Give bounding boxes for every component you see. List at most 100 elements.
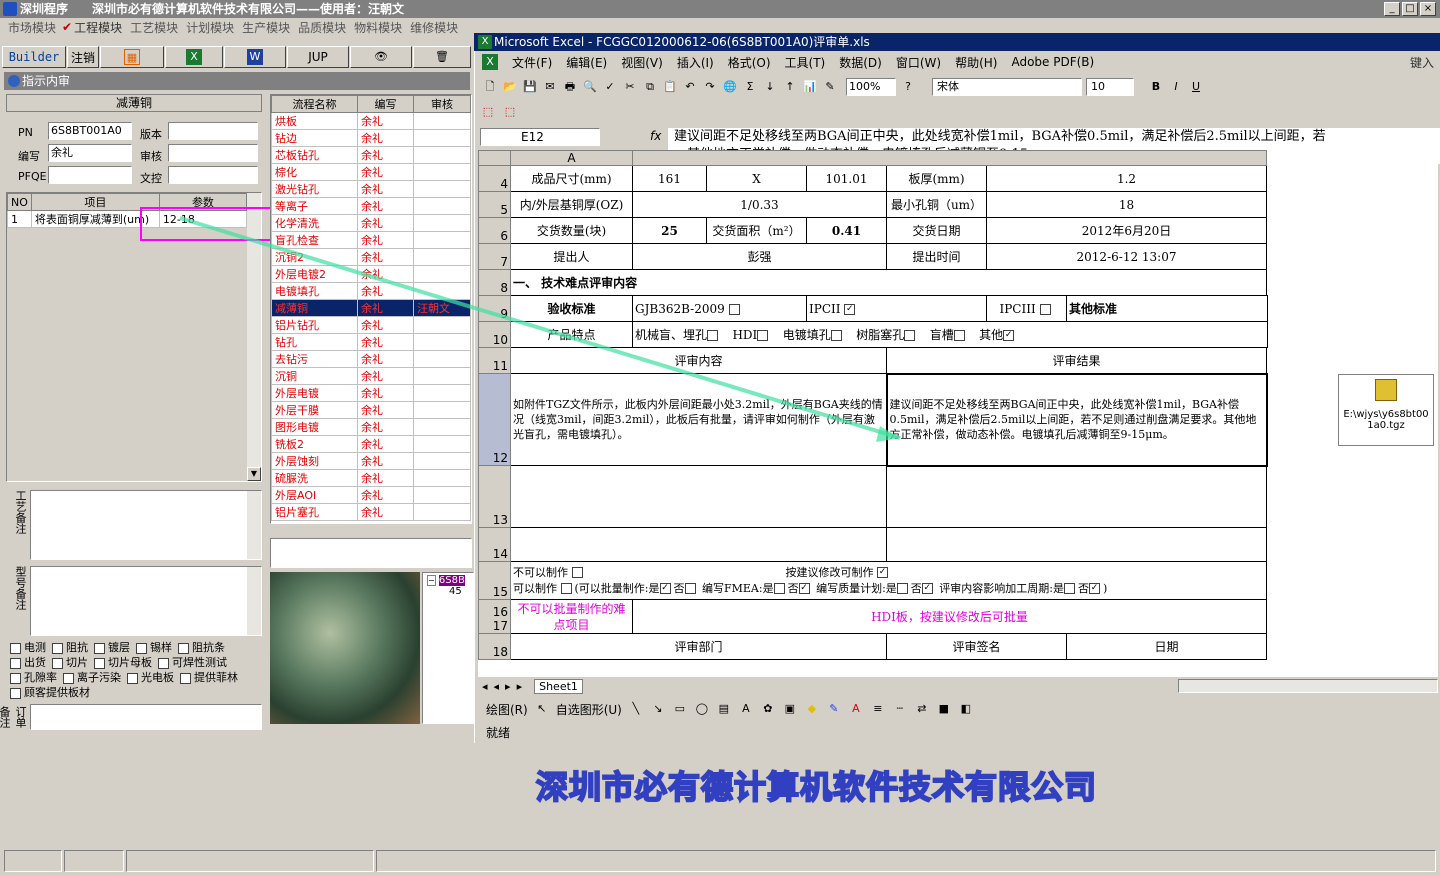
table-row[interactable]: 芯板钻孔 余礼 — [271, 146, 471, 164]
option-checkbox[interactable] — [180, 672, 191, 684]
hyperlink-icon[interactable]: 🌐 — [722, 79, 738, 95]
zoom-select[interactable]: 100% — [846, 78, 896, 96]
fmea-yes-checkbox[interactable] — [773, 583, 785, 594]
paste-icon[interactable]: 📋 — [662, 79, 678, 95]
menu-engineering[interactable]: 工程模块 — [74, 19, 122, 36]
feat-other-checkbox[interactable]: ✓ — [1003, 330, 1015, 341]
std-gjb-checkbox[interactable] — [728, 303, 740, 315]
tree-subnode[interactable]: 45 — [423, 586, 473, 597]
table-row[interactable]: 图形电镀 余礼 — [271, 418, 471, 436]
preview-icon[interactable]: 🔍 — [582, 79, 598, 95]
maximize-button[interactable]: □ — [1402, 2, 1418, 16]
version-field[interactable] — [168, 122, 258, 140]
cell-thick[interactable]: 1.2 — [985, 165, 1268, 192]
font-select[interactable]: 宋体 — [932, 78, 1082, 96]
excel-menu-file[interactable]: 文件(F) — [512, 54, 552, 71]
table-row[interactable]: 钻孔 余礼 — [271, 333, 471, 351]
cell-batch-value[interactable]: HDI板，按建议修改后可批量 — [631, 599, 1268, 634]
order-note-field[interactable] — [30, 704, 262, 730]
spell-icon[interactable]: ✓ — [602, 79, 618, 95]
cell-proposer[interactable]: 彭强 — [632, 243, 887, 270]
permission-icon[interactable]: ✉ — [542, 79, 558, 95]
option-checkbox[interactable] — [52, 642, 63, 654]
undo-icon[interactable]: ↶ — [682, 79, 698, 95]
save-icon[interactable]: 💾 — [522, 79, 538, 95]
help-search-box[interactable]: 键入 — [1410, 54, 1434, 71]
cell-area[interactable]: 0.41 — [806, 217, 887, 244]
table-row[interactable]: 盲孔检查 余礼 — [271, 231, 471, 249]
menu-maintenance[interactable]: 维修模块 — [410, 19, 458, 36]
feat-fill-checkbox[interactable] — [830, 330, 842, 341]
pn-field[interactable]: 6S8BT001A0 — [48, 122, 132, 140]
table-row[interactable]: 铝片钻孔 余礼 — [271, 316, 471, 334]
minimize-button[interactable]: _ — [1384, 2, 1400, 16]
word-button[interactable]: W — [224, 46, 286, 68]
menu-market[interactable]: 市场模块 — [8, 19, 56, 36]
option-checkbox[interactable] — [63, 672, 74, 684]
fmea-no-checkbox[interactable]: ✓ — [798, 583, 810, 594]
menu-material[interactable]: 物料模块 — [354, 19, 402, 36]
pfqe-field[interactable] — [48, 166, 132, 184]
table-row[interactable]: 外层电镀2 余礼 — [271, 265, 471, 283]
rect-icon[interactable]: ▭ — [672, 701, 688, 717]
table-row[interactable]: 化学清洗 余礼 — [271, 214, 471, 232]
excel-menu-tools[interactable]: 工具(T) — [785, 54, 826, 71]
chart-icon[interactable]: 📊 — [802, 79, 818, 95]
jup-button[interactable]: JUP — [287, 46, 349, 68]
cell-qty[interactable]: 25 — [632, 217, 707, 244]
table-row[interactable]: 外层蚀刻 余礼 — [271, 452, 471, 470]
cell-copper[interactable]: 1/0.33 — [632, 191, 887, 218]
table-row[interactable]: 外层电镀 余礼 — [271, 384, 471, 402]
clipart-icon[interactable]: ✿ — [760, 701, 776, 717]
sheet-nav-icon[interactable]: ◂◂▸▸ — [482, 680, 528, 693]
picture-icon[interactable]: ▣ — [782, 701, 798, 717]
option-checkbox[interactable] — [10, 687, 21, 699]
autosum-icon[interactable]: Σ — [742, 79, 758, 95]
table-row[interactable]: 减薄铜 余礼 汪朝文 — [271, 299, 471, 317]
menu-plan[interactable]: 计划模块 — [186, 19, 234, 36]
report-button[interactable]: ▦ — [100, 46, 164, 68]
excel-menu-adobe[interactable]: Adobe PDF(B) — [1011, 55, 1094, 69]
draw-menu[interactable]: 绘图(R) — [486, 701, 528, 718]
autoshape-menu[interactable]: 自选图形(U) — [556, 701, 622, 718]
table-row[interactable]: 沉铜2 余礼 — [271, 248, 471, 266]
opt-modify-checkbox[interactable]: ✓ — [877, 567, 888, 578]
option-checkbox[interactable] — [94, 657, 105, 669]
builder-button[interactable]: Builder — [2, 46, 66, 68]
excel-menu-help[interactable]: 帮助(H) — [955, 54, 997, 71]
tree-node[interactable]: 6S8B — [438, 575, 465, 586]
copy-icon[interactable]: ⧉ — [642, 79, 658, 95]
cycle-yes-checkbox[interactable] — [1064, 583, 1076, 594]
fill-color-icon[interactable]: ◆ — [804, 701, 820, 717]
cut-icon[interactable]: ✂ — [622, 79, 638, 95]
menu-process[interactable]: 工艺模块 — [130, 19, 178, 36]
feat-slot-checkbox[interactable] — [953, 330, 965, 341]
view-button[interactable]: 👁 — [350, 46, 412, 68]
menu-quality[interactable]: 品质模块 — [298, 19, 346, 36]
table-row[interactable]: 铝片塞孔 余礼 — [271, 503, 471, 521]
cell-time[interactable]: 2012-6-12 13:07 — [985, 243, 1268, 270]
std-ipc2-checkbox[interactable]: ✓ — [844, 303, 856, 315]
table-row[interactable]: 外层干膜 余礼 — [271, 401, 471, 419]
flow-input[interactable] — [270, 538, 472, 568]
table-row[interactable]: 等离子 余礼 — [271, 197, 471, 215]
size-select[interactable]: 10 — [1086, 78, 1134, 96]
batch-no-checkbox[interactable] — [684, 583, 696, 594]
writer-field[interactable]: 余礼 — [48, 144, 132, 162]
drawing-icon[interactable]: ✎ — [822, 79, 838, 95]
arrow-style-icon[interactable]: ⇄ — [914, 701, 930, 717]
redo-icon[interactable]: ↷ — [702, 79, 718, 95]
docctrl-field[interactable] — [168, 166, 258, 184]
batch-yes-checkbox[interactable]: ✓ — [659, 583, 671, 594]
underline-icon[interactable]: U — [1188, 79, 1204, 95]
new-icon[interactable]: 🗋 — [482, 79, 498, 95]
feat-hdi-checkbox[interactable] — [757, 330, 769, 341]
opt-can-checkbox[interactable] — [560, 583, 572, 594]
qplan-yes-checkbox[interactable] — [896, 583, 908, 594]
arrow-icon[interactable]: ↘ — [650, 701, 666, 717]
cell-review-content[interactable]: 如附件TGZ文件所示，此板内外层间距最小处3.2mil，外层有BGA夹线的情况（… — [510, 373, 887, 466]
logout-button[interactable]: 注销 — [67, 46, 99, 68]
table-row[interactable]: 沉铜 余礼 — [271, 367, 471, 385]
delete-button[interactable]: 🗑 — [413, 46, 471, 68]
help-icon[interactable]: ? — [900, 79, 916, 95]
